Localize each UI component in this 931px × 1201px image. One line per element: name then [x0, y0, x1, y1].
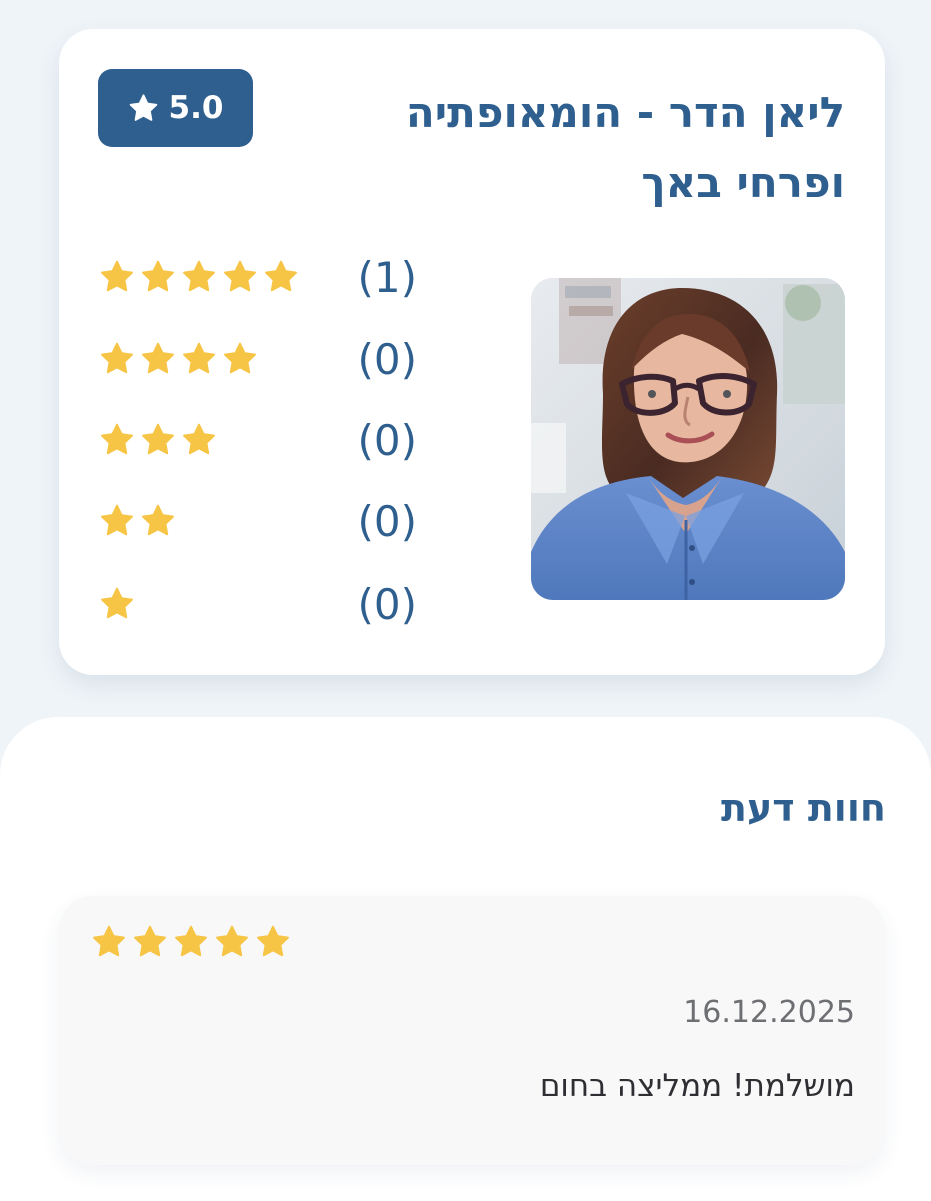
star-icon: [132, 924, 168, 960]
star-icon: [140, 422, 176, 458]
review-card: 16.12.2025 מושלמת! ממליצה בחום: [59, 896, 885, 1165]
star-icon: [222, 259, 258, 295]
star-icon: [263, 259, 299, 295]
star-icon: [140, 341, 176, 377]
profile-portrait-image: [531, 278, 845, 600]
star-icon: [181, 259, 217, 295]
star-icon: [255, 924, 291, 960]
review-star-rating: [91, 924, 291, 960]
rating-count: (0): [357, 580, 418, 629]
star-icon: [99, 503, 135, 539]
star-icon: [99, 586, 135, 622]
profile-name: ליאן הדר - הומאופתיה ופרחי באך: [405, 88, 845, 207]
reviews-panel: חוות דעת 16.12.2025 מושלמת! ממליצה בחום: [0, 717, 931, 1201]
rating-distribution-row-4: (0): [99, 329, 417, 391]
review-date: 16.12.2025: [683, 995, 855, 1030]
rating-count: (0): [357, 497, 418, 546]
rating-distribution-row-3: (0): [99, 410, 417, 472]
average-rating-value: 5.0: [168, 89, 224, 126]
three-star-rating-icons: [99, 422, 217, 458]
two-star-rating-icons: [99, 503, 176, 539]
rating-distribution-row-5: (1): [99, 247, 417, 309]
profile-photo: [531, 278, 845, 600]
star-icon: [140, 503, 176, 539]
five-star-rating-icons: [99, 259, 299, 295]
review-text: מושלמת! ממליצה בחום: [539, 1068, 855, 1104]
rating-count: (1): [357, 253, 418, 302]
rating-distribution-row-2: (0): [99, 491, 417, 553]
star-icon: [99, 341, 135, 377]
star-icon: [181, 422, 217, 458]
star-icon: [140, 259, 176, 295]
star-icon: [181, 341, 217, 377]
reviews-section-title: חוות דעת: [721, 786, 886, 830]
star-icon: [222, 341, 258, 377]
star-icon: [91, 924, 127, 960]
star-icon: [214, 924, 250, 960]
star-icon: [99, 422, 135, 458]
one-star-rating-icon: [99, 586, 135, 622]
four-star-rating-icons: [99, 341, 258, 377]
rating-count: (0): [357, 335, 418, 384]
star-icon: [99, 259, 135, 295]
star-icon: [173, 924, 209, 960]
star-icon: [128, 93, 159, 124]
rating-count: (0): [357, 416, 418, 465]
average-rating-badge: 5.0: [98, 69, 253, 147]
profile-card: 5.0 ליאן הדר - הומאופתיה ופרחי באך (1) (…: [59, 29, 885, 675]
rating-distribution-row-1: (0): [99, 574, 417, 636]
